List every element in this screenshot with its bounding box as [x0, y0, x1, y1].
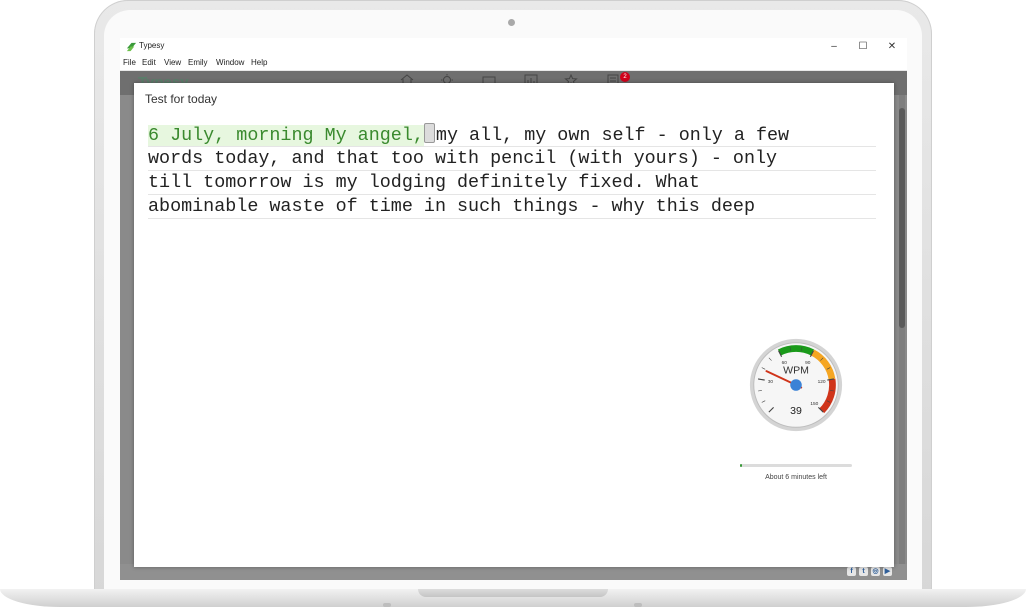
time-left-label: About 6 minutes left	[765, 474, 827, 481]
twitter-icon[interactable]: t	[859, 567, 868, 576]
laptop-foot	[383, 603, 391, 607]
text-line: 6 July, morning My angel, my all, my own …	[148, 123, 876, 147]
menu-bar: File Edit View Emily Window Help	[120, 56, 907, 71]
typesy-logo-icon	[126, 42, 137, 52]
maximize-button[interactable]: ☐	[849, 38, 877, 56]
title-bar: Typesy – ☐ ✕	[120, 38, 907, 56]
menu-view[interactable]: View	[164, 58, 181, 67]
menu-file[interactable]: File	[123, 58, 136, 67]
gauge-value: 39	[790, 405, 802, 417]
youtube-icon[interactable]: ▶	[883, 567, 892, 576]
minimize-button[interactable]: –	[820, 38, 848, 56]
notification-badge: 2	[620, 72, 630, 82]
app-title: Typesy	[139, 41, 165, 50]
text-line: till tomorrow is my lodging definitely f…	[148, 171, 876, 195]
current-character-cursor	[423, 123, 435, 143]
text-line: words today, and that too with pencil (w…	[148, 147, 876, 171]
menu-window[interactable]: Window	[216, 58, 244, 67]
instagram-icon[interactable]: ◎	[871, 567, 880, 576]
gauge-tick-label: 120	[818, 379, 826, 385]
menu-emily[interactable]: Emily	[188, 58, 208, 67]
typing-text-area[interactable]: 6 July, morning My angel, my all, my own …	[148, 123, 876, 219]
dialog-title: Test for today	[145, 92, 218, 106]
gauge-label: WPM	[783, 364, 809, 376]
facebook-icon[interactable]: f	[847, 567, 856, 576]
laptop-foot	[634, 603, 642, 607]
close-button[interactable]: ✕	[878, 38, 906, 56]
gauge-hub	[790, 379, 802, 391]
progress-bar-fill	[740, 464, 743, 467]
laptop-base-notch	[418, 589, 608, 597]
gauge-tick-label: 30	[768, 379, 774, 385]
scrollbar-thumb[interactable]	[899, 108, 905, 328]
text-line: abominable waste of time in such things …	[148, 195, 876, 219]
camera-dot	[508, 19, 515, 26]
gauge-tick-label: 150	[810, 401, 818, 407]
typing-test-dialog: Test for today 6 July, morning My angel,…	[134, 83, 894, 567]
wpm-gauge: 3060 90120150 WPM 39	[749, 338, 843, 432]
progress-bar	[740, 464, 852, 467]
menu-edit[interactable]: Edit	[142, 58, 156, 67]
typed-text: 6 July, morning My angel,	[148, 125, 424, 146]
menu-help[interactable]: Help	[251, 58, 267, 67]
remaining-text: my all, my own self - only a few	[435, 125, 790, 146]
